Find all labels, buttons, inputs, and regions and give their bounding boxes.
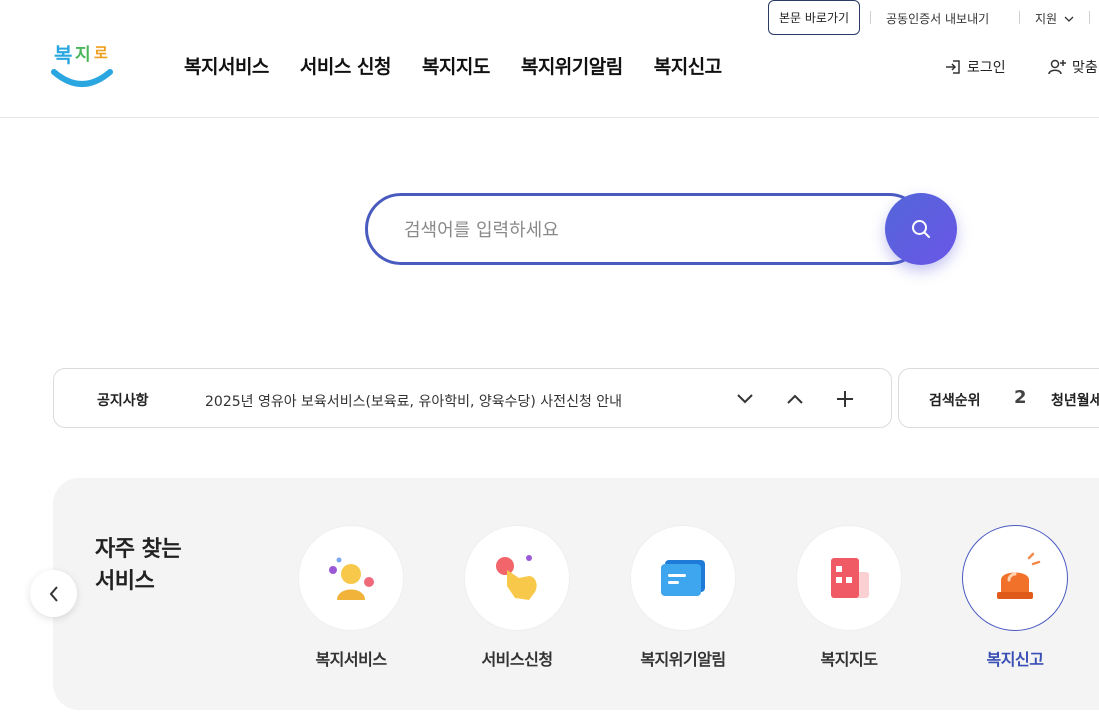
utility-bar: 본문 바로가기 공동인증서 내보내기 지원 xyxy=(0,0,1099,36)
page: 복 지 로 복지서비스 서비스 신청 복지지도 복지위기알림 복지신고 로그인 xyxy=(0,0,1099,712)
user-add-icon xyxy=(1048,59,1066,75)
custom-label: 맞춤 xyxy=(1072,60,1098,76)
search-button[interactable] xyxy=(885,193,957,265)
skip-to-content-link[interactable]: 본문 바로가기 xyxy=(768,0,860,35)
service-label: 복지위기알림 xyxy=(640,650,726,669)
support-menu[interactable]: 지원 xyxy=(1035,10,1074,27)
service-label: 복지서비스 xyxy=(315,650,387,669)
search-input[interactable] xyxy=(404,216,874,244)
chevron-down-icon xyxy=(1064,16,1074,22)
siren-icon xyxy=(997,552,1041,599)
service-label: 복지지도 xyxy=(820,650,878,669)
title-line-1: 자주 찾는 xyxy=(95,537,182,562)
support-label: 지원 xyxy=(1035,12,1058,26)
service-item-welfare-report[interactable]: 복지신고 xyxy=(945,525,1085,670)
nav-welfare-service[interactable]: 복지서비스 xyxy=(184,52,269,79)
service-item-service-apply[interactable]: 서비스신청 xyxy=(447,525,587,670)
utility-divider xyxy=(1019,11,1020,24)
service-icon-circle xyxy=(962,525,1068,631)
search-area xyxy=(365,193,957,265)
service-item-welfare-service[interactable]: 복지서비스 xyxy=(281,525,421,670)
search-icon xyxy=(912,220,930,238)
nav-service-apply[interactable]: 서비스 신청 xyxy=(300,52,392,79)
search-ranking-bar: 검색순위 2 청년월세 xyxy=(898,368,1099,428)
login-icon xyxy=(946,60,960,74)
custom-link[interactable]: 맞춤 xyxy=(1047,57,1098,77)
nav-welfare-report[interactable]: 복지신고 xyxy=(654,52,722,79)
nav-crisis-alert[interactable]: 복지위기알림 xyxy=(521,52,623,79)
chevron-down-icon xyxy=(737,394,753,404)
favorite-services-title: 자주 찾는 서비스 xyxy=(95,534,182,598)
service-icon-circle xyxy=(630,525,736,631)
logo[interactable]: 복 지 로 xyxy=(50,36,114,90)
notice-more-button[interactable] xyxy=(832,386,858,412)
service-item-crisis-alert[interactable]: 복지위기알림 xyxy=(613,525,753,670)
chevron-left-icon xyxy=(49,585,58,602)
notice-label: 공지사항 xyxy=(97,393,149,409)
service-icon-circle xyxy=(464,525,570,631)
login-label: 로그인 xyxy=(967,60,1006,76)
search-box xyxy=(365,193,925,265)
carousel-prev-button[interactable] xyxy=(30,570,77,617)
svg-text:지: 지 xyxy=(75,45,91,65)
person-icon xyxy=(329,557,374,600)
service-icon-circle xyxy=(796,525,902,631)
notice-bar: 공지사항 2025년 영유아 보육서비스(보육료, 유아학비, 양육수당) 사전… xyxy=(53,368,892,428)
notice-prev-button[interactable] xyxy=(782,386,808,412)
login-link[interactable]: 로그인 xyxy=(944,57,1006,77)
ranking-keyword[interactable]: 청년월세 xyxy=(1051,390,1099,410)
svg-text:복: 복 xyxy=(54,43,72,67)
svg-text:로: 로 xyxy=(94,44,108,62)
notice-next-button[interactable] xyxy=(732,386,758,412)
notice-text[interactable]: 2025년 영유아 보육서비스(보육료, 유아학비, 양육수당) 사전신청 안내 xyxy=(205,391,622,411)
service-label: 복지신고 xyxy=(986,650,1044,669)
utility-divider xyxy=(1089,11,1090,24)
message-card-icon xyxy=(661,560,705,596)
utility-divider xyxy=(870,11,871,24)
hand-tap-icon xyxy=(496,555,537,600)
service-label: 서비스신청 xyxy=(481,650,553,669)
main-nav: 복지서비스 서비스 신청 복지지도 복지위기알림 복지신고 xyxy=(184,52,753,79)
plus-icon xyxy=(837,391,853,407)
service-item-welfare-map[interactable]: 복지지도 xyxy=(779,525,919,670)
service-icon-circle xyxy=(298,525,404,631)
cert-export-link[interactable]: 공동인증서 내보내기 xyxy=(886,10,989,27)
title-line-2: 서비스 xyxy=(95,569,155,594)
nav-welfare-map[interactable]: 복지지도 xyxy=(422,52,490,79)
ranking-label: 검색순위 xyxy=(929,393,981,409)
logo-icon: 복 지 로 xyxy=(51,43,113,87)
chevron-up-icon xyxy=(787,394,803,404)
ranking-number: 2 xyxy=(1014,387,1027,408)
building-icon xyxy=(831,558,869,598)
